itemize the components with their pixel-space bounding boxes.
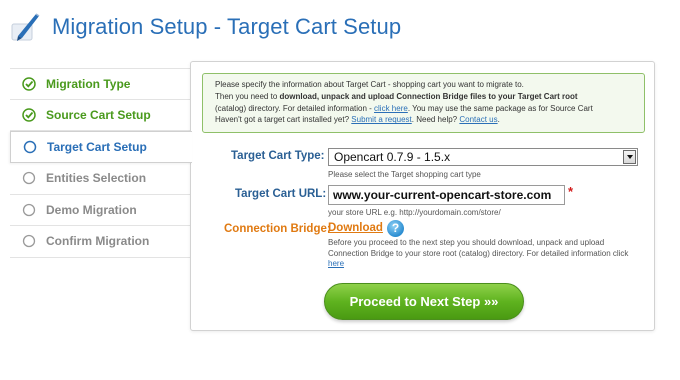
cart-type-value: Opencart 0.7.9 - 1.5.x <box>334 150 451 164</box>
cart-type-select[interactable]: Opencart 0.7.9 - 1.5.x <box>328 148 638 166</box>
cart-type-hint: Please select the Target shopping cart t… <box>328 170 481 179</box>
step-entities-selection[interactable]: Entities Selection <box>10 163 190 195</box>
circle-pending-icon <box>22 235 36 248</box>
step-demo-migration[interactable]: Demo Migration <box>10 195 190 226</box>
info-line: (catalog) directory. For detailed inform… <box>215 103 593 113</box>
required-marker: * <box>568 184 574 199</box>
connection-bridge-label: Connection Bridge: <box>224 223 331 235</box>
help-icon[interactable]: ? <box>387 220 404 237</box>
here-link[interactable]: here <box>328 259 344 268</box>
logo-icon <box>11 13 40 41</box>
bridge-hint: Before you proceed to the next step you … <box>328 238 629 268</box>
circle-pending-icon <box>22 172 36 185</box>
step-label: Target Cart Setup <box>47 140 147 154</box>
step-label: Source Cart Setup <box>46 107 151 122</box>
target-url-input[interactable]: www.your-current-opencart-store.com <box>328 185 565 205</box>
info-box: Please specify the information about Tar… <box>202 73 645 133</box>
info-line: Please specify the information about Tar… <box>215 80 524 89</box>
submit-request-link[interactable]: Submit a request <box>351 115 411 124</box>
target-cart-panel: Please specify the information about Tar… <box>190 61 655 331</box>
step-confirm-migration[interactable]: Confirm Migration <box>10 226 190 258</box>
download-link[interactable]: Download <box>328 222 383 234</box>
dropdown-arrow-icon[interactable] <box>623 150 636 164</box>
info-line: Then you need to download, unpack and up… <box>215 91 578 101</box>
circle-active-icon <box>23 140 37 154</box>
circle-pending-icon <box>22 203 36 216</box>
step-target-cart-setup[interactable]: Target Cart Setup <box>10 131 192 163</box>
step-label: Migration Type <box>46 76 131 91</box>
page-title: Migration Setup - Target Cart Setup <box>52 14 402 39</box>
page-header: Migration Setup - Target Cart Setup <box>0 0 680 58</box>
cart-type-label: Target Cart Type: <box>231 150 325 162</box>
steps-sidebar: Migration Type Source Cart Setup Target … <box>10 68 192 258</box>
step-label: Demo Migration <box>46 202 137 217</box>
contact-us-link[interactable]: Contact us <box>459 115 497 124</box>
step-source-cart-setup[interactable]: Source Cart Setup <box>10 100 190 131</box>
check-circle-icon <box>22 108 36 122</box>
url-label: Target Cart URL: <box>235 188 327 200</box>
url-hint: your store URL e.g. http://yourdomain.co… <box>328 208 501 217</box>
info-line: Haven't got a target cart installed yet?… <box>215 115 500 125</box>
step-label: Confirm Migration <box>46 234 150 249</box>
check-circle-icon <box>22 77 36 91</box>
step-label: Entities Selection <box>46 171 147 186</box>
proceed-next-step-button[interactable]: Proceed to Next Step »» <box>324 283 524 320</box>
step-migration-type[interactable]: Migration Type <box>10 68 190 100</box>
click-here-link[interactable]: click here <box>374 104 408 113</box>
